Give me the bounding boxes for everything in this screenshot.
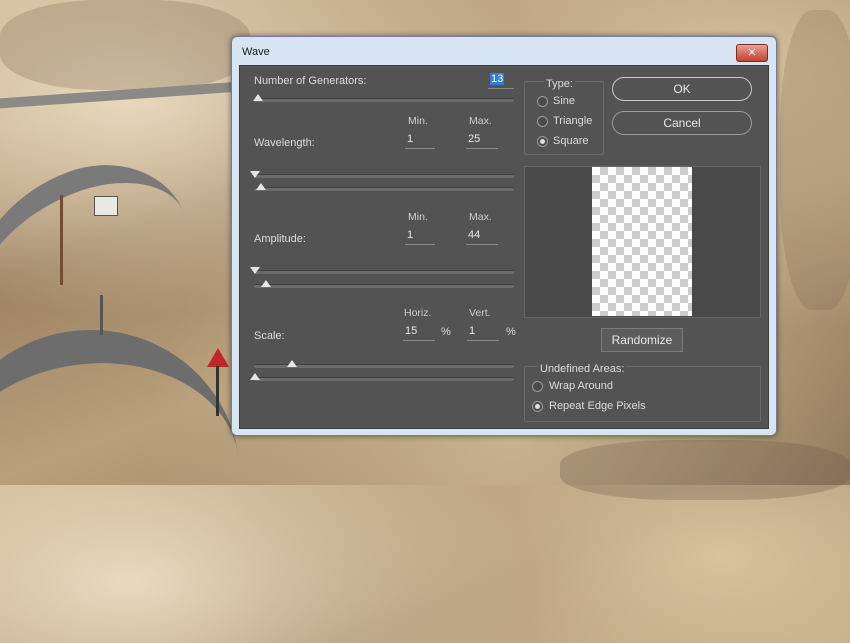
dialog-title: Wave xyxy=(242,46,270,58)
wavelength-min-slider-thumb[interactable] xyxy=(250,171,260,178)
repeat-edge-pixels-label[interactable]: Repeat Edge Pixels xyxy=(549,400,646,412)
scale-vert-percent: % xyxy=(506,326,516,338)
type-square-radio[interactable] xyxy=(537,136,548,147)
pole xyxy=(60,195,63,285)
amplitude-label: Amplitude: xyxy=(254,233,306,245)
generators-slider-thumb[interactable] xyxy=(253,94,263,101)
amplitude-max-input[interactable]: 44 xyxy=(466,229,498,245)
pole xyxy=(100,295,103,335)
generators-slider-track[interactable] xyxy=(254,98,514,102)
type-triangle-radio[interactable] xyxy=(537,116,548,127)
scale-horiz-slider-thumb[interactable] xyxy=(287,360,297,367)
wrap-around-label[interactable]: Wrap Around xyxy=(549,380,613,392)
wavelength-max-slider-track[interactable] xyxy=(254,187,514,191)
wavelength-max-slider-thumb[interactable] xyxy=(256,183,266,190)
truck xyxy=(94,196,118,216)
type-sine-label[interactable]: Sine xyxy=(553,95,575,107)
wavelength-min-header: Min. xyxy=(408,115,428,127)
ok-button[interactable]: OK xyxy=(612,77,752,101)
repeat-edge-pixels-radio[interactable] xyxy=(532,401,543,412)
preview-image xyxy=(592,167,692,316)
amplitude-max-header: Max. xyxy=(469,211,492,223)
wavelength-max-input[interactable]: 25 xyxy=(466,133,498,149)
scale-vert-slider-thumb[interactable] xyxy=(250,373,260,380)
close-button[interactable]: ✕ xyxy=(736,44,768,62)
scale-horiz-input[interactable]: 15 xyxy=(403,325,435,341)
amplitude-min-slider-thumb[interactable] xyxy=(250,267,260,274)
wave-dialog: Wave ✕ Number of Generators: 13 Min. Max… xyxy=(231,36,777,436)
amplitude-min-input[interactable]: 1 xyxy=(405,229,435,245)
scale-vert-input[interactable]: 1 xyxy=(467,325,499,341)
dialog-client-area: Number of Generators: 13 Min. Max. Wavel… xyxy=(239,65,769,429)
amplitude-max-slider-track[interactable] xyxy=(254,284,514,288)
type-square-label[interactable]: Square xyxy=(553,135,588,147)
type-sine-radio[interactable] xyxy=(537,96,548,107)
scale-label: Scale: xyxy=(254,330,285,342)
randomize-button[interactable]: Randomize xyxy=(601,328,683,352)
scale-horiz-percent: % xyxy=(441,326,451,338)
type-triangle-label[interactable]: Triangle xyxy=(553,115,592,127)
scale-vert-slider-track[interactable] xyxy=(254,377,514,381)
wavelength-min-slider-track[interactable] xyxy=(254,174,514,178)
amplitude-min-slider-track[interactable] xyxy=(254,270,514,274)
amplitude-max-slider-thumb[interactable] xyxy=(261,280,271,287)
wavelength-max-header: Max. xyxy=(469,115,492,127)
undefined-areas-label: Undefined Areas: xyxy=(538,363,627,375)
wrap-around-radio[interactable] xyxy=(532,381,543,392)
amplitude-min-header: Min. xyxy=(408,211,428,223)
wavelength-min-input[interactable]: 1 xyxy=(405,133,435,149)
sign-post xyxy=(216,366,219,416)
warning-sign-icon xyxy=(207,348,229,367)
generators-label: Number of Generators: xyxy=(254,75,367,87)
title-bar[interactable]: Wave ✕ xyxy=(232,37,776,65)
scale-horiz-header: Horiz. xyxy=(404,307,432,319)
scale-vert-header: Vert. xyxy=(469,307,491,319)
type-label: Type: xyxy=(544,78,575,90)
road-far xyxy=(0,81,242,149)
close-icon: ✕ xyxy=(747,46,757,59)
cancel-button[interactable]: Cancel xyxy=(612,111,752,135)
generators-input[interactable]: 13 xyxy=(488,73,514,89)
wavelength-label: Wavelength: xyxy=(254,137,315,149)
